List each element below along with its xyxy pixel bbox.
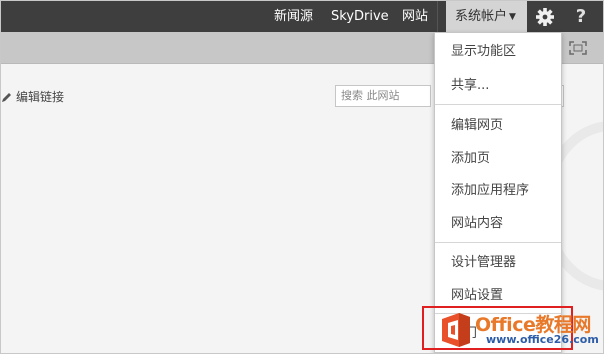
newsfeed-link[interactable]: 新闻源 bbox=[274, 1, 313, 32]
suite-bar-divider bbox=[437, 1, 438, 32]
menu-item-share[interactable]: 共享... bbox=[435, 69, 561, 102]
sharepoint-window: 新闻源 SkyDrive 网站 系统帐户 ▼ ? 编辑链接 搜索 此网站 显示功… bbox=[0, 0, 604, 354]
gear-icon bbox=[536, 8, 554, 26]
chevron-down-icon: ▼ bbox=[509, 12, 516, 22]
skydrive-link[interactable]: SkyDrive bbox=[331, 1, 389, 32]
edit-links-button[interactable]: 编辑链接 bbox=[1, 89, 64, 105]
search-input[interactable]: 搜索 此网站 bbox=[335, 85, 431, 107]
menu-item-show-ribbon[interactable]: 显示功能区 bbox=[435, 35, 561, 68]
suite-bar: 新闻源 SkyDrive 网站 系统帐户 ▼ ? bbox=[1, 1, 603, 32]
account-name: 系统帐户 bbox=[455, 9, 508, 24]
menu-item-edit-page[interactable]: 编辑网页 bbox=[435, 109, 561, 142]
edit-links-label: 编辑链接 bbox=[16, 90, 65, 104]
menu-item-site-contents[interactable]: 网站内容 bbox=[435, 207, 561, 240]
menu-item-design-manager[interactable]: 设计管理器 bbox=[435, 246, 561, 279]
focus-content-button[interactable] bbox=[569, 41, 587, 55]
help-button[interactable]: ? bbox=[571, 6, 591, 28]
help-icon: ? bbox=[575, 6, 587, 27]
menu-divider bbox=[435, 242, 561, 243]
settings-menu: 显示功能区 共享... 编辑网页 添加页 添加应用程序 网站内容 设计管理器 网… bbox=[434, 32, 562, 353]
watermark-url: www.office26.com bbox=[486, 333, 599, 346]
sites-link[interactable]: 网站 bbox=[402, 1, 428, 32]
pencil-icon bbox=[2, 93, 11, 102]
menu-item-add-page[interactable]: 添加页 bbox=[435, 142, 561, 175]
fullscreen-icon bbox=[569, 41, 587, 55]
account-menu-button[interactable]: 系统帐户 ▼ bbox=[446, 1, 527, 32]
office-logo-icon bbox=[439, 311, 473, 349]
menu-divider bbox=[435, 104, 561, 105]
menu-item-add-app[interactable]: 添加应用程序 bbox=[435, 174, 561, 207]
settings-gear-button[interactable] bbox=[532, 5, 558, 29]
